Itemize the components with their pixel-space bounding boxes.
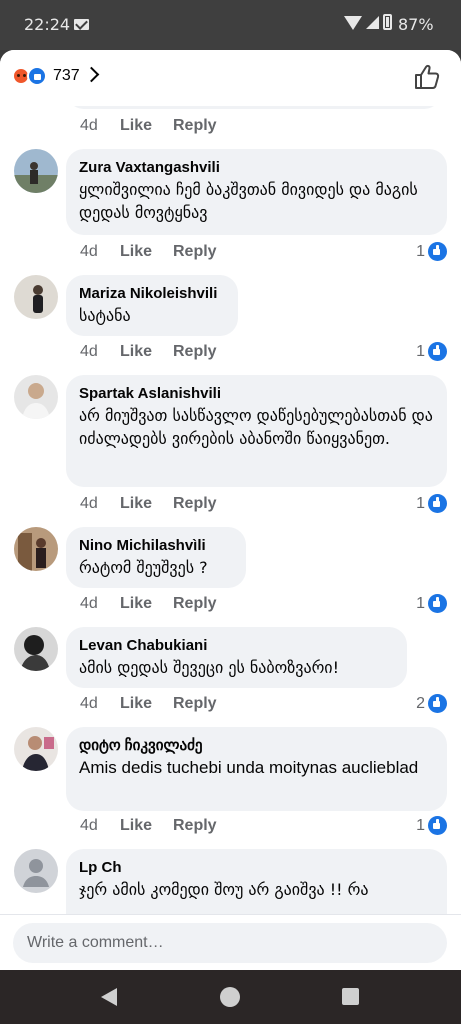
reply-link[interactable]: Reply — [173, 817, 217, 835]
comment-bubble[interactable]: Nino Michilashvìli რატომ შეუშვეს ? — [66, 527, 246, 588]
battery-icon — [383, 14, 392, 30]
comment-text: არ მიუშვათ სასწავლო დაწესებულებასთან და … — [79, 406, 433, 448]
like-reaction-icon — [428, 494, 447, 513]
like-link[interactable]: Like — [120, 817, 152, 835]
system-nav-bar — [0, 970, 461, 1024]
wifi-icon — [344, 16, 362, 30]
status-time: 22:24 — [24, 15, 71, 34]
like-link[interactable]: Like — [120, 117, 152, 135]
like-reaction-icon — [27, 66, 47, 86]
comment-time: 4d — [80, 117, 98, 134]
comment-author[interactable]: დიტო ჩიკვილაძე — [79, 736, 434, 756]
chevron-right-icon[interactable] — [83, 66, 100, 83]
comment-text: ყლიშვილია ჩემ ბაკშვთან მივიდეს და მაგის … — [79, 180, 418, 222]
avatar[interactable] — [14, 849, 58, 893]
comment-author[interactable]: Lp Ch — [79, 858, 434, 878]
like-reaction-icon — [428, 342, 447, 361]
comment-author[interactable]: Nino Michilashvìli — [79, 536, 233, 556]
reply-link[interactable]: Reply — [173, 495, 217, 513]
reaction-count[interactable]: 737 — [53, 67, 80, 85]
comment-bubble[interactable]: Levan Chabukiani ამის დედას შევეცი ეს ნა… — [66, 627, 407, 688]
comment-text: სატანა — [79, 306, 131, 325]
recents-button[interactable] — [342, 988, 359, 1005]
like-link[interactable]: Like — [120, 343, 152, 361]
reply-link[interactable]: Reply — [173, 695, 217, 713]
comment-time: 4d — [80, 817, 98, 834]
like-reaction-icon — [428, 242, 447, 261]
comment-bubble[interactable]: Mariza Nikoleishvili სატანა — [66, 275, 238, 336]
avatar[interactable] — [14, 527, 58, 571]
like-count: 2 — [416, 695, 425, 712]
reply-link[interactable]: Reply — [173, 343, 217, 361]
comment-likes[interactable]: 1 — [387, 594, 447, 615]
reply-link[interactable]: Reply — [173, 117, 217, 135]
comment-text: Amis dedis tuchebi unda moitynas auclieb… — [79, 758, 419, 777]
like-link[interactable]: Like — [120, 695, 152, 713]
like-count: 1 — [416, 595, 425, 612]
avatar[interactable] — [14, 375, 58, 419]
like-count: 1 — [416, 817, 425, 834]
comment-bubble[interactable]: დიტო ჩიკვილაძე Amis dedis tuchebi unda m… — [66, 727, 447, 811]
status-bar: 22:24 87% — [0, 0, 461, 50]
comment-bubble[interactable]: Spartak Aslanishvili არ მიუშვათ სასწავლო… — [66, 375, 447, 487]
comment-author[interactable]: Spartak Aslanishvili — [79, 384, 434, 404]
comments-sheet: 737 4d Like Reply Zura Vaxtangashvili ყლ… — [0, 50, 461, 970]
avatar[interactable] — [14, 627, 58, 671]
like-count: 1 — [416, 495, 425, 512]
comment-likes[interactable]: 1 — [387, 342, 447, 363]
battery-percent: 87% — [398, 15, 434, 34]
avatar[interactable] — [14, 727, 58, 771]
home-button[interactable] — [220, 987, 240, 1007]
signal-icon — [366, 16, 379, 29]
comment-time: 4d — [80, 495, 98, 512]
comment-time: 4d — [80, 695, 98, 712]
comment-text: რატომ შეუშვეს ? — [79, 558, 208, 577]
comment-likes[interactable]: 2 — [387, 694, 447, 715]
like-reaction-icon — [428, 816, 447, 835]
comment-time: 4d — [80, 343, 98, 360]
mail-icon — [74, 19, 89, 30]
like-reaction-icon — [428, 694, 447, 713]
reply-link[interactable]: Reply — [173, 595, 217, 613]
comment-time: 4d — [80, 595, 98, 612]
comment-time: 4d — [80, 243, 98, 260]
avatar[interactable] — [14, 149, 58, 193]
like-link[interactable]: Like — [120, 495, 152, 513]
avatar[interactable] — [14, 275, 58, 319]
comment-likes[interactable]: 1 — [387, 242, 447, 263]
comment-likes[interactable]: 1 — [387, 816, 447, 837]
like-link[interactable]: Like — [120, 243, 152, 261]
back-button[interactable] — [101, 988, 117, 1006]
like-reaction-icon — [428, 594, 447, 613]
comment-author[interactable]: Zura Vaxtangashvili — [79, 158, 434, 178]
like-count: 1 — [416, 343, 425, 360]
comment-author[interactable]: Levan Chabukiani — [79, 636, 394, 656]
like-link[interactable]: Like — [120, 595, 152, 613]
reactions-header: 737 — [0, 50, 461, 106]
like-count: 1 — [416, 243, 425, 260]
comment-text: ამის დედას შევეცი ეს ნაბოზვარი! — [79, 658, 339, 677]
comment-likes[interactable]: 1 — [387, 494, 447, 515]
comment-bubble[interactable]: Zura Vaxtangashvili ყლიშვილია ჩემ ბაკშვთ… — [66, 149, 447, 235]
comment-text: ჯერ ამის კომედი შოუ არ გაიშვა !! რა — [79, 880, 369, 899]
comment-input[interactable] — [13, 923, 447, 963]
comment-composer — [0, 914, 461, 970]
reply-link[interactable]: Reply — [173, 243, 217, 261]
comment-author[interactable]: Mariza Nikoleishvili — [79, 284, 225, 304]
thumbs-up-outline-icon[interactable] — [412, 62, 442, 92]
